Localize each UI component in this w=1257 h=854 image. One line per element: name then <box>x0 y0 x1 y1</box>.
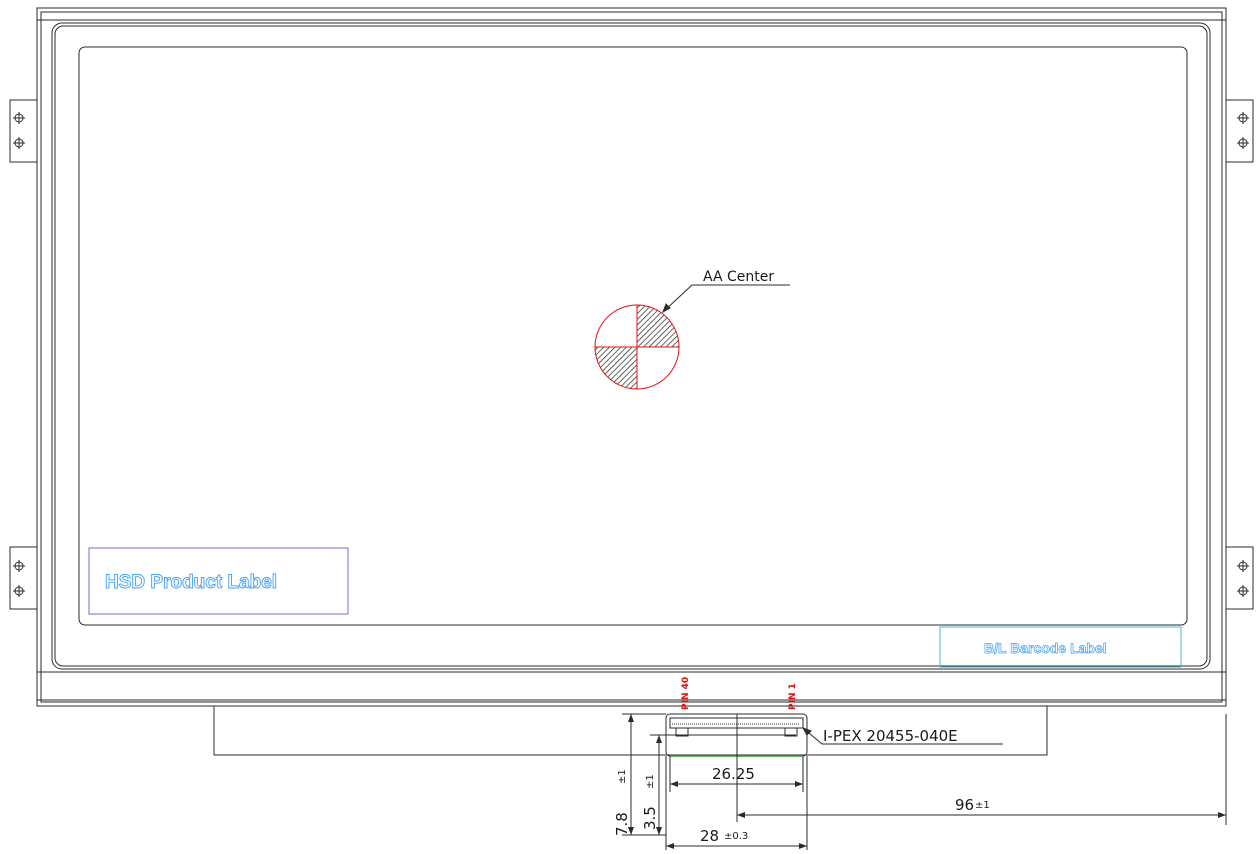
connector-part-label: I-PEX 20455-040E <box>823 727 958 745</box>
aa-center-leader <box>662 284 790 314</box>
dim-7-8-tol: ±1 <box>617 769 628 784</box>
pin-1-label: PIN 1 <box>788 683 798 710</box>
dim-7-8: 7.8 <box>613 812 631 836</box>
lcd-mechanical-drawing: AA Center HSD Product Label B/L Barcode … <box>9 7 1254 850</box>
bl-barcode-label-text: B/L Barcode Label <box>984 640 1107 656</box>
dim-96-tol: ±1 <box>975 800 990 811</box>
dim-26-25: 26.25 <box>712 765 755 783</box>
dim-28: 28 <box>700 827 719 845</box>
bracket-right-bottom <box>1225 546 1254 610</box>
dim-28-tol: ±0.3 <box>724 831 748 842</box>
bracket-left-bottom <box>9 546 38 610</box>
pin-40-label: PIN 40 <box>681 677 691 710</box>
dim-3-5-tol: ±1 <box>645 774 656 789</box>
dim-96: 96 <box>955 796 974 814</box>
bracket-left-top <box>9 99 38 163</box>
hsd-product-label-text: HSD Product Label <box>105 572 277 593</box>
active-area <box>78 46 1188 626</box>
aa-center-label: AA Center <box>703 269 774 285</box>
dim-3-5: 3.5 <box>641 806 659 830</box>
bracket-right-top <box>1225 99 1254 163</box>
aa-center-marker <box>594 304 680 390</box>
